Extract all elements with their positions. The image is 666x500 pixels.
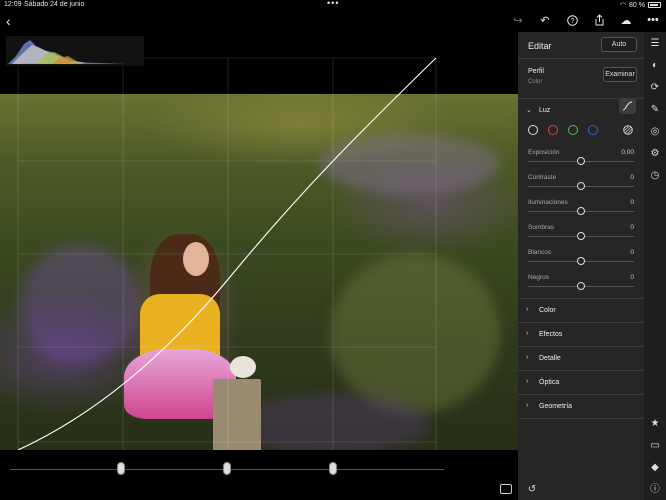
profile-section: Perfil Color Examinar xyxy=(518,59,644,99)
tool-rail: ☰ ◐ ⟳ ✎ ◎ ⚙ ◷ ★ ▭ ◆ ⓘ xyxy=(644,32,666,500)
white-channel-icon[interactable] xyxy=(528,125,538,135)
panel-header: Editar Auto xyxy=(518,32,644,59)
luz-header[interactable]: ⌄ Luz xyxy=(518,98,644,123)
shadows-value: 0 xyxy=(630,224,634,231)
battery-text: 80 % xyxy=(629,1,645,9)
history-icon[interactable]: ◷ xyxy=(649,170,661,182)
section-efectos[interactable]: › Efectos xyxy=(518,323,644,347)
blacks-label: Negros xyxy=(528,274,549,281)
healing-brush-icon[interactable]: ✎ xyxy=(649,104,661,116)
comment-icon[interactable]: ▭ xyxy=(649,440,661,452)
section-color[interactable]: › Color xyxy=(518,299,644,323)
chevron-right-icon: › xyxy=(526,378,529,385)
point-curve-channel-icon[interactable] xyxy=(623,125,633,135)
highlights-value: 0 xyxy=(630,199,634,206)
section-optica[interactable]: › Óptica xyxy=(518,371,644,395)
cloud-sync-icon[interactable]: ☁ xyxy=(619,13,633,27)
export-icon[interactable] xyxy=(592,13,606,27)
highlights-label: Iluminaciones xyxy=(528,199,568,206)
edit-sliders-icon[interactable]: ☰ xyxy=(649,38,661,50)
more-icon[interactable]: ••• xyxy=(646,13,660,27)
multitask-dots-icon[interactable]: ••• xyxy=(327,0,339,8)
red-channel-icon[interactable] xyxy=(548,125,558,135)
before-after-icon[interactable] xyxy=(500,484,512,494)
section-label: Óptica xyxy=(539,379,560,386)
status-bar: 12:09 Sábado 24 de junio ••• ◠ 80 % xyxy=(0,0,666,10)
star-icon[interactable]: ★ xyxy=(649,418,661,430)
whites-label: Blancos xyxy=(528,249,552,256)
svg-text:?: ? xyxy=(570,18,574,25)
blacks-value: 0 xyxy=(630,274,634,281)
chevron-right-icon: › xyxy=(526,402,529,409)
profile-label: Perfil xyxy=(528,68,544,75)
share-back-icon[interactable]: ↪ xyxy=(511,13,525,27)
back-chevron-icon[interactable]: ‹ xyxy=(6,13,11,29)
blacks-slider[interactable]: Negros 0 xyxy=(528,274,634,294)
section-label: Geometría xyxy=(539,403,573,410)
section-label: Efectos xyxy=(539,331,563,338)
whites-handle[interactable] xyxy=(577,257,585,265)
luz-label: Luz xyxy=(539,107,551,114)
exposure-slider[interactable]: Exposición 0,00 xyxy=(528,149,634,169)
shadows-handle[interactable] xyxy=(577,232,585,240)
exposure-handle[interactable] xyxy=(577,157,585,165)
contrast-slider[interactable]: Contraste 0 xyxy=(528,174,634,194)
section-label: Color xyxy=(539,307,556,314)
edit-panel: Editar Auto Perfil Color Examinar ⌄ Luz … xyxy=(518,32,644,500)
contrast-label: Contraste xyxy=(528,174,557,181)
histogram xyxy=(6,36,144,66)
versions-icon[interactable]: ⚙ xyxy=(649,148,661,160)
curve-channels xyxy=(528,125,598,135)
browse-profiles-button[interactable]: Examinar xyxy=(603,67,637,82)
chevron-right-icon: › xyxy=(526,330,529,337)
chevron-right-icon: › xyxy=(526,306,529,313)
luz-section: ⌄ Luz Exposición 0,00 Contraste 0 Ilumin… xyxy=(518,98,644,299)
info-icon[interactable]: ⓘ xyxy=(649,484,661,496)
auto-button[interactable]: Auto xyxy=(601,37,637,52)
reset-icon[interactable]: ↺ xyxy=(526,484,538,496)
curve-point-handle-midtones[interactable] xyxy=(223,462,231,475)
blacks-handle[interactable] xyxy=(577,282,585,290)
curve-toggle-icon[interactable] xyxy=(619,98,636,114)
crop-icon[interactable]: ⟳ xyxy=(649,82,661,94)
highlights-handle[interactable] xyxy=(577,207,585,215)
section-geometria[interactable]: › Geometría xyxy=(518,395,644,419)
curve-point-handle-highlights[interactable] xyxy=(329,462,337,475)
exposure-value: 0,00 xyxy=(621,149,634,156)
whites-slider[interactable]: Blancos 0 xyxy=(528,249,634,269)
green-channel-icon[interactable] xyxy=(568,125,578,135)
panel-title: Editar xyxy=(528,41,552,51)
contrast-value: 0 xyxy=(630,174,634,181)
tone-curve-overlay[interactable] xyxy=(0,32,518,450)
curve-point-handle-shadows[interactable] xyxy=(117,462,125,475)
contrast-handle[interactable] xyxy=(577,182,585,190)
status-date: Sábado 24 de junio xyxy=(24,1,85,8)
whites-value: 0 xyxy=(630,249,634,256)
section-detalle[interactable]: › Detalle xyxy=(518,347,644,371)
wifi-icon: ◠ xyxy=(619,2,627,9)
chevron-right-icon: › xyxy=(526,354,529,361)
section-label: Detalle xyxy=(539,355,561,362)
battery-icon xyxy=(648,2,661,8)
highlights-slider[interactable]: Iluminaciones 0 xyxy=(528,199,634,219)
tag-icon[interactable]: ◆ xyxy=(649,462,661,474)
shadows-slider[interactable]: Sombras 0 xyxy=(528,224,634,244)
exposure-label: Exposición xyxy=(528,149,560,156)
presets-icon[interactable]: ◐ xyxy=(649,60,661,72)
blue-channel-icon[interactable] xyxy=(588,125,598,135)
curve-points-slider[interactable] xyxy=(10,462,444,475)
undo-icon[interactable]: ↶ xyxy=(538,13,552,27)
top-toolbar: ‹ ↪ ↶ ? ☁ ••• xyxy=(0,10,666,32)
status-time: 12:09 xyxy=(4,1,22,8)
help-icon[interactable]: ? xyxy=(565,13,579,27)
masking-icon[interactable]: ◎ xyxy=(649,126,661,138)
status-right: ◠ 80 % xyxy=(620,1,661,9)
photo-canvas[interactable] xyxy=(0,32,518,450)
shadows-label: Sombras xyxy=(528,224,555,231)
profile-value: Color xyxy=(528,79,543,85)
chevron-down-icon: ⌄ xyxy=(526,107,532,114)
